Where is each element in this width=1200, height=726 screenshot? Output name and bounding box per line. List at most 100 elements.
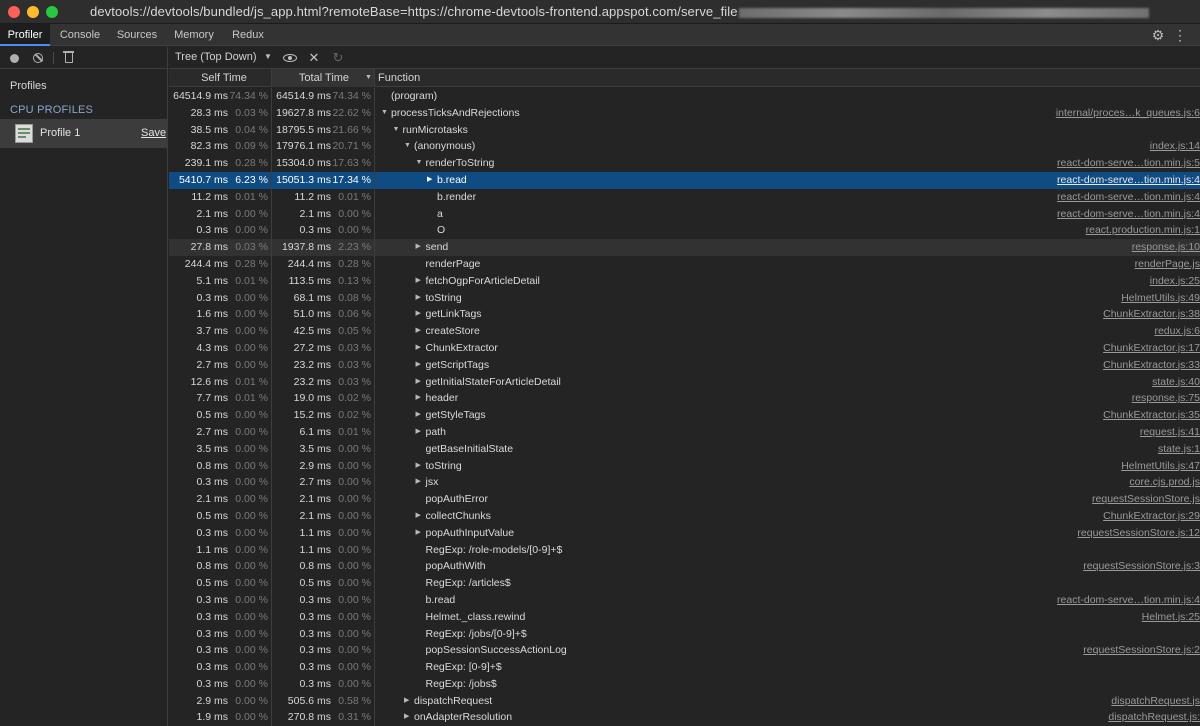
expanded-triangle-icon[interactable]: ▼ xyxy=(404,138,411,155)
close-icon[interactable]: ✕ xyxy=(306,50,322,66)
source-location-link[interactable]: Helmet.js:25 xyxy=(1142,609,1200,626)
column-header-self-time[interactable]: Self Time xyxy=(169,69,272,87)
call-tree-row[interactable]: 0.8 ms 0.00 % 0.8 ms 0.00 % popAuthWith reque… xyxy=(169,558,1200,576)
call-tree-row[interactable]: 0.3 ms 0.00 % 2.7 ms 0.00 % ▶ jsx core.cjs.pro… xyxy=(169,474,1200,492)
source-location-link[interactable]: index.js:14 xyxy=(1150,138,1200,155)
source-location-link[interactable]: requestSessionStore.js:12 xyxy=(1077,525,1200,542)
source-location-link[interactable]: react-dom-serve…tion.min.js:4 xyxy=(1057,189,1200,206)
source-location-link[interactable]: requestSessionStore.js:2 xyxy=(1083,642,1200,659)
save-profile-link[interactable]: Save xyxy=(141,127,166,139)
call-tree-row[interactable]: 0.3 ms 0.00 % 0.3 ms 0.00 % Helmet._class.re… xyxy=(169,608,1200,626)
source-location-link[interactable]: redux.js:6 xyxy=(1154,323,1200,340)
collapsed-triangle-icon[interactable]: ▶ xyxy=(416,474,421,491)
call-tree-row[interactable]: 0.3 ms 0.00 % 1.1 ms 0.00 % ▶ popAuthInputVal… xyxy=(169,524,1200,542)
collapsed-triangle-icon[interactable]: ▶ xyxy=(416,340,421,357)
source-location-link[interactable]: state.js:1 xyxy=(1158,441,1200,458)
column-header-function[interactable]: Function xyxy=(375,69,1200,87)
call-tree-row[interactable]: 0.3 ms 0.00 % 0.3 ms 0.00 % RegExp: /jobs$ xyxy=(169,675,1200,693)
call-tree-row[interactable]: 0.3 ms 0.00 % 0.3 ms 0.00 % RegExp: /jobs/[0… xyxy=(169,625,1200,643)
tab-redux[interactable]: Redux xyxy=(224,24,272,46)
collapsed-triangle-icon[interactable]: ▶ xyxy=(416,390,421,407)
tab-console[interactable]: Console xyxy=(52,24,108,46)
call-tree-row[interactable]: 244.4 ms 0.28 % 244.4 ms 0.28 % renderPage re… xyxy=(169,255,1200,273)
collapsed-triangle-icon[interactable]: ▶ xyxy=(416,357,421,374)
call-tree-row[interactable]: 0.5 ms 0.00 % 0.5 ms 0.00 % RegExp: /article… xyxy=(169,575,1200,592)
expanded-triangle-icon[interactable]: ▼ xyxy=(393,122,400,139)
call-tree-row[interactable]: 1.9 ms 0.00 % 270.8 ms 0.31 % ▶ onAdapterReso… xyxy=(169,709,1200,726)
gear-icon[interactable]: ⚙ xyxy=(1150,27,1166,43)
collapsed-triangle-icon[interactable]: ▶ xyxy=(416,323,421,340)
collapsed-triangle-icon[interactable]: ▶ xyxy=(416,306,421,323)
call-tree-row[interactable]: 3.5 ms 0.00 % 3.5 ms 0.00 % getBaseInitialSt… xyxy=(169,440,1200,458)
call-tree-row[interactable]: 3.7 ms 0.00 % 42.5 ms 0.05 % ▶ createStore red… xyxy=(169,323,1200,340)
call-tree-row[interactable]: 0.3 ms 0.00 % 0.3 ms 0.00 % RegExp: [0-9]+$ xyxy=(169,659,1200,676)
close-window-button[interactable] xyxy=(8,6,20,18)
call-tree-row[interactable]: 12.6 ms 0.01 % 23.2 ms 0.03 % ▶ getInitialSta… xyxy=(169,373,1200,391)
reload-icon[interactable]: ↻ xyxy=(330,50,346,66)
source-location-link[interactable]: ChunkExtractor.js:17 xyxy=(1103,340,1200,357)
source-location-link[interactable]: react-dom-serve…tion.min.js:4 xyxy=(1057,592,1200,609)
collapsed-triangle-icon[interactable]: ▶ xyxy=(416,525,421,542)
source-location-link[interactable]: ChunkExtractor.js:29 xyxy=(1103,508,1200,525)
source-location-link[interactable]: request.js:41 xyxy=(1140,424,1200,441)
dropdown-arrow-icon[interactable]: ▼ xyxy=(264,52,272,61)
tab-memory[interactable]: Memory xyxy=(166,24,222,46)
source-location-link[interactable]: index.js:25 xyxy=(1150,273,1200,290)
call-tree-row[interactable]: 11.2 ms 0.01 % 11.2 ms 0.01 % b.render react-… xyxy=(169,188,1200,206)
call-tree-row[interactable]: 0.5 ms 0.00 % 15.2 ms 0.02 % ▶ getStyleTags Ch… xyxy=(169,407,1200,424)
clear-button[interactable] xyxy=(30,50,46,66)
maximize-window-button[interactable] xyxy=(46,6,58,18)
source-location-link[interactable]: dispatchRequest.js xyxy=(1111,693,1200,710)
call-tree-row[interactable]: 5410.7 ms 6.23 % 15051.3 ms 17.34 % ▶ b.read r… xyxy=(169,171,1200,189)
call-tree-row[interactable]: 2.1 ms 0.00 % 2.1 ms 0.00 % a react-dom-serve… xyxy=(169,205,1200,223)
profile-list-item[interactable]: Profile 1 Save xyxy=(0,119,168,148)
source-location-link[interactable]: internal/proces…k_queues.js:6 xyxy=(1056,105,1200,122)
call-tree-row[interactable]: 239.1 ms 0.28 % 15304.0 ms 17.63 % ▼ renderTo… xyxy=(169,155,1200,172)
record-button[interactable] xyxy=(6,50,22,66)
collapsed-triangle-icon[interactable]: ▶ xyxy=(416,407,421,424)
call-tree-row[interactable]: 28.3 ms 0.03 % 19627.8 ms 22.62 % ▼ processTi… xyxy=(169,104,1200,122)
call-tree-row[interactable]: 0.3 ms 0.00 % 0.3 ms 0.00 % popSessionSucces… xyxy=(169,642,1200,660)
eye-icon[interactable] xyxy=(282,50,298,66)
collapsed-triangle-icon[interactable]: ▶ xyxy=(416,290,421,307)
expanded-triangle-icon[interactable]: ▼ xyxy=(381,105,388,122)
source-location-link[interactable]: state.js:40 xyxy=(1152,374,1200,391)
expanded-triangle-icon[interactable]: ▼ xyxy=(416,155,423,172)
call-tree-row[interactable]: 2.1 ms 0.00 % 2.1 ms 0.00 % popAuthError requ… xyxy=(169,491,1200,508)
call-tree-row[interactable]: 0.8 ms 0.00 % 2.9 ms 0.00 % ▶ toString HelmetU… xyxy=(169,457,1200,475)
collapsed-triangle-icon[interactable]: ▶ xyxy=(416,458,421,475)
minimize-window-button[interactable] xyxy=(27,6,39,18)
source-location-link[interactable]: core.cjs.prod.js xyxy=(1129,474,1200,491)
tab-profiler[interactable]: Profiler xyxy=(0,24,50,46)
call-tree-row[interactable]: 0.5 ms 0.00 % 2.1 ms 0.00 % ▶ collectChunks Ch… xyxy=(169,507,1200,525)
collapsed-triangle-icon[interactable]: ▶ xyxy=(416,273,421,290)
collapsed-triangle-icon[interactable]: ▶ xyxy=(427,172,432,189)
source-location-link[interactable]: response.js:10 xyxy=(1132,239,1200,256)
call-tree-row[interactable]: 27.8 ms 0.03 % 1937.8 ms 2.23 % ▶ send respons… xyxy=(169,239,1200,256)
source-location-link[interactable]: react-dom-serve…tion.min.js:4 xyxy=(1057,172,1200,189)
source-location-link[interactable]: ChunkExtractor.js:38 xyxy=(1103,306,1200,323)
call-tree-row[interactable]: 1.6 ms 0.00 % 51.0 ms 0.06 % ▶ getLinkTags Chu… xyxy=(169,306,1200,324)
delete-profiles-button[interactable] xyxy=(61,50,77,66)
source-location-link[interactable]: response.js:75 xyxy=(1132,390,1200,407)
call-tree-row[interactable]: 1.1 ms 0.00 % 1.1 ms 0.00 % RegExp: /role-mo… xyxy=(169,541,1200,559)
call-tree-row[interactable]: 0.3 ms 0.00 % 0.3 ms 0.00 % Oreact.productio… xyxy=(169,222,1200,240)
source-location-link[interactable]: HelmetUtils.js:49 xyxy=(1121,290,1200,307)
call-tree-row[interactable]: 82.3 ms 0.09 % 17976.1 ms 20.71 % ▼ (anonymou… xyxy=(169,138,1200,156)
source-location-link[interactable]: react-dom-serve…tion.min.js:5 xyxy=(1057,155,1200,172)
call-tree-row[interactable]: 2.9 ms 0.00 % 505.6 ms 0.58 % ▶ dispatchReque… xyxy=(169,692,1200,710)
call-tree-row[interactable]: 0.3 ms 0.00 % 0.3 ms 0.00 % b.read react-dom-… xyxy=(169,591,1200,609)
source-location-link[interactable]: react-dom-serve…tion.min.js:4 xyxy=(1057,206,1200,223)
collapsed-triangle-icon[interactable]: ▶ xyxy=(404,709,409,726)
collapsed-triangle-icon[interactable]: ▶ xyxy=(416,424,421,441)
collapsed-triangle-icon[interactable]: ▶ xyxy=(416,508,421,525)
view-mode-select[interactable]: Tree (Top Down) xyxy=(175,51,257,63)
source-location-link[interactable]: requestSessionStore.js xyxy=(1092,491,1200,508)
source-location-link[interactable]: dispatchRequest.js: xyxy=(1108,709,1200,726)
collapsed-triangle-icon[interactable]: ▶ xyxy=(416,239,421,256)
source-location-link[interactable]: react.production.min.js:1 xyxy=(1086,222,1200,239)
source-location-link[interactable]: ChunkExtractor.js:35 xyxy=(1103,407,1200,424)
call-tree-row[interactable]: 38.5 ms 0.04 % 18795.5 ms 21.66 % ▼ runMicrot… xyxy=(169,121,1200,139)
source-location-link[interactable]: HelmetUtils.js:47 xyxy=(1121,458,1200,475)
more-vertical-icon[interactable]: ⋮ xyxy=(1172,27,1188,43)
